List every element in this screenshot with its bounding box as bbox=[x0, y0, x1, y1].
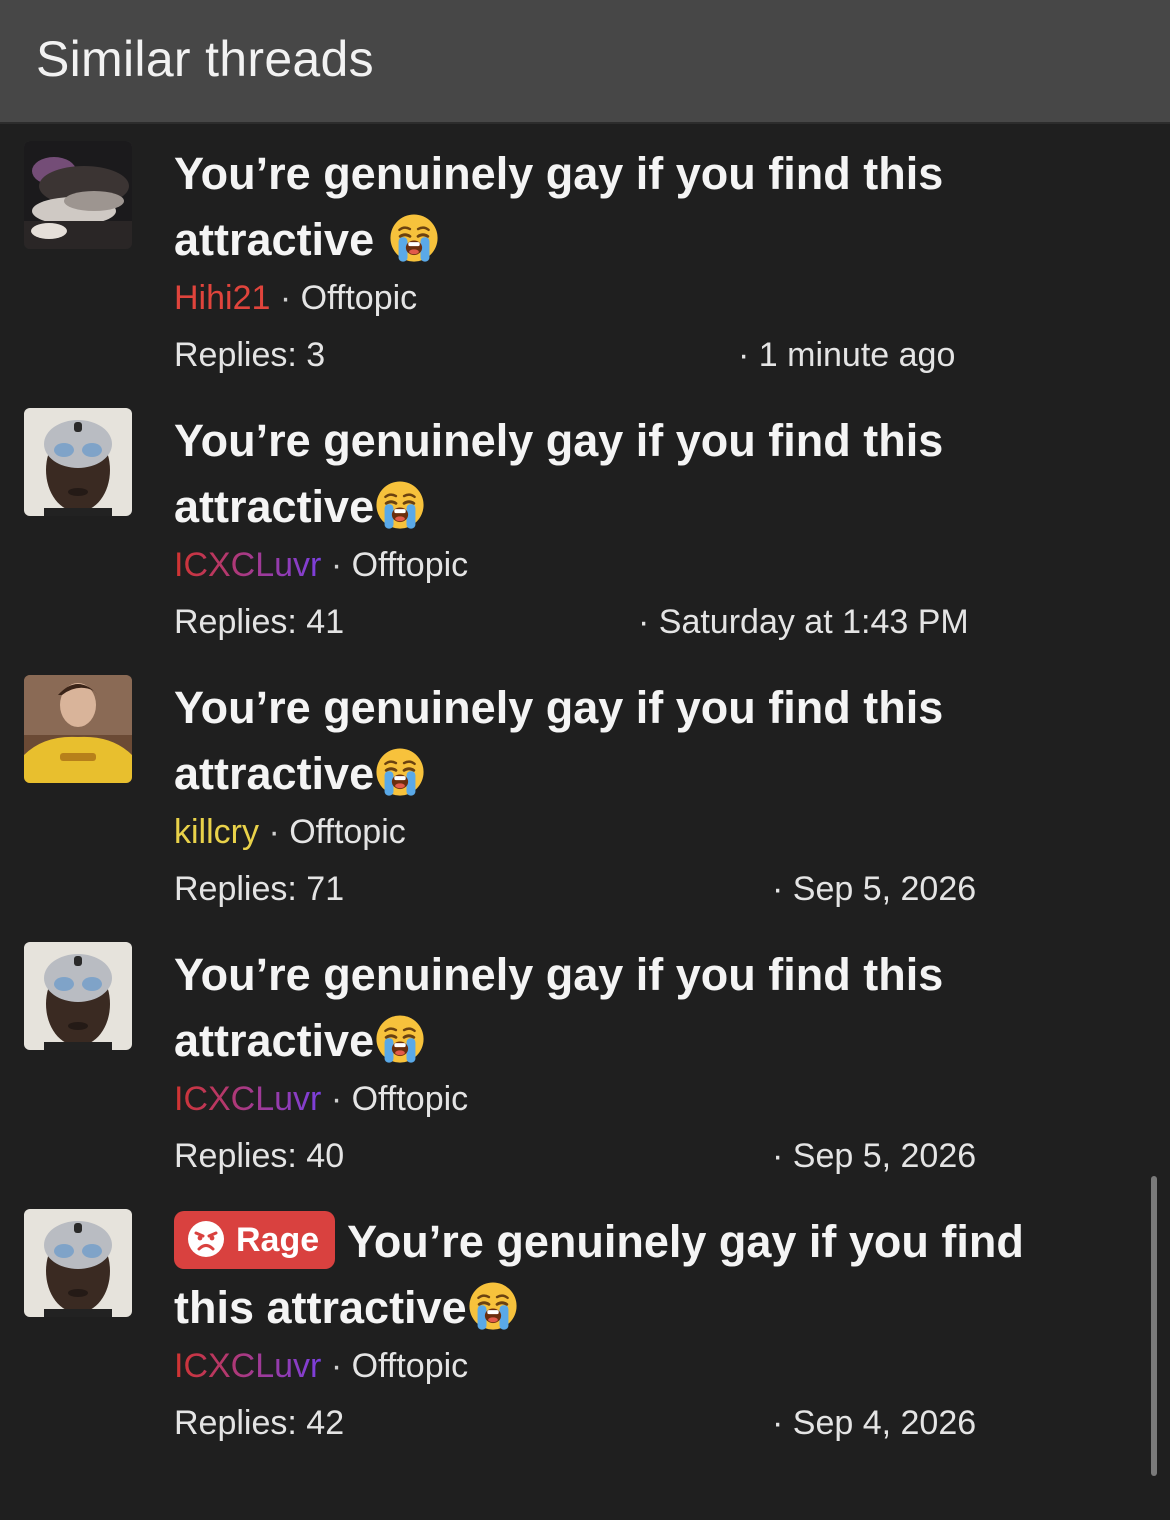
thread-title-text: You’re genuinely gay if you find bbox=[347, 1216, 1024, 1267]
thread-title-line: attractive bbox=[174, 741, 1134, 807]
separator: · bbox=[268, 813, 280, 851]
thread-meta: killcry · Offtopic bbox=[174, 813, 406, 852]
thread-title[interactable]: You’re genuinely gay if you find this at… bbox=[174, 942, 1134, 1074]
thread-meta: ICXCLuvr · Offtopic bbox=[174, 546, 468, 585]
loudly-crying-face-icon bbox=[374, 479, 426, 531]
thread-title[interactable]: You’re genuinely gay if you find this at… bbox=[174, 408, 1134, 540]
thread-title-line: attractive bbox=[174, 474, 1134, 540]
angry-face-icon bbox=[186, 1219, 226, 1259]
loudly-crying-face-icon bbox=[374, 746, 426, 798]
thread-meta: ICXCLuvr · Offtopic bbox=[174, 1080, 468, 1119]
separator: · bbox=[330, 1080, 343, 1118]
thread-title-line: You’re genuinely gay if you find this bbox=[174, 949, 944, 1000]
thread-title-text: attractive bbox=[174, 214, 375, 265]
thread-title-line: You’re genuinely gay if you find this bbox=[174, 148, 944, 199]
prefix-badge[interactable]: Rage bbox=[174, 1211, 336, 1269]
last-post-time[interactable]: · 1 minute ago bbox=[738, 336, 955, 375]
thread-title-text: attractive bbox=[174, 481, 375, 532]
thread-item[interactable]: Rage You’re genuinely gay if you find thi… bbox=[0, 1209, 1170, 1476]
username-link[interactable]: ICXCLuvr bbox=[174, 546, 321, 584]
section-header: Similar threads bbox=[0, 0, 1170, 124]
avatar[interactable] bbox=[24, 141, 132, 249]
reply-count: Replies: 3 bbox=[174, 336, 326, 374]
thread-meta: Hihi21 · Offtopic bbox=[174, 279, 417, 318]
username-link[interactable]: killcry bbox=[174, 813, 259, 851]
thread-meta: ICXCLuvr · Offtopic bbox=[174, 1347, 468, 1386]
avatar[interactable] bbox=[24, 675, 132, 783]
loudly-crying-face-icon bbox=[374, 1013, 426, 1065]
last-post-time[interactable]: · Saturday at 1:43 PM bbox=[638, 603, 969, 642]
username-link[interactable]: ICXCLuvr bbox=[174, 1080, 321, 1118]
reply-count: Replies: 71 bbox=[174, 870, 345, 908]
avatar[interactable] bbox=[24, 942, 132, 1050]
forum-link[interactable]: Offtopic bbox=[289, 813, 406, 851]
thread-title[interactable]: Rage You’re genuinely gay if you find thi… bbox=[174, 1209, 1134, 1341]
thread-title-line: attractive bbox=[174, 207, 1134, 273]
thread-item[interactable]: You’re genuinely gay if you find this at… bbox=[0, 141, 1170, 408]
username-link[interactable]: ICXCLuvr bbox=[174, 1347, 321, 1385]
avatar[interactable] bbox=[24, 1209, 132, 1317]
thread-title-line: You’re genuinely gay if you find this bbox=[174, 415, 944, 466]
thread-title-text: attractive bbox=[174, 1015, 375, 1066]
thread-title[interactable]: You’re genuinely gay if you find this at… bbox=[174, 141, 1134, 273]
thread-title[interactable]: You’re genuinely gay if you find this at… bbox=[174, 675, 1134, 807]
loudly-crying-face-icon bbox=[388, 212, 440, 264]
thread-title-text: this attractive bbox=[174, 1282, 467, 1333]
avatar[interactable] bbox=[24, 408, 132, 516]
thread-item[interactable]: You’re genuinely gay if you find this at… bbox=[0, 408, 1170, 675]
last-post-time[interactable]: · Sep 5, 2026 bbox=[772, 1137, 976, 1176]
scrollbar[interactable] bbox=[1151, 1176, 1157, 1476]
prefix-badge-label: Rage bbox=[236, 1221, 320, 1259]
forum-link[interactable]: Offtopic bbox=[301, 279, 418, 317]
reply-count: Replies: 40 bbox=[174, 1137, 345, 1175]
section-title: Similar threads bbox=[36, 31, 374, 87]
reply-count: Replies: 42 bbox=[174, 1404, 345, 1442]
thread-title-line: You’re genuinely gay if you find this bbox=[174, 682, 944, 733]
loudly-crying-face-icon bbox=[467, 1280, 519, 1332]
thread-title-line: Rage You’re genuinely gay if you find bbox=[174, 1209, 1134, 1275]
username-link[interactable]: Hihi21 bbox=[174, 279, 270, 317]
forum-link[interactable]: Offtopic bbox=[352, 546, 469, 584]
forum-link[interactable]: Offtopic bbox=[352, 1347, 469, 1385]
thread-title-line: attractive bbox=[174, 1008, 1134, 1074]
last-post-time[interactable]: · Sep 4, 2026 bbox=[772, 1404, 976, 1443]
forum-link[interactable]: Offtopic bbox=[352, 1080, 469, 1118]
thread-item[interactable]: You’re genuinely gay if you find this at… bbox=[0, 942, 1170, 1209]
thread-item[interactable]: You’re genuinely gay if you find this at… bbox=[0, 675, 1170, 942]
last-post-time[interactable]: · Sep 5, 2026 bbox=[772, 870, 976, 909]
separator: · bbox=[330, 1347, 343, 1385]
reply-count: Replies: 41 bbox=[174, 603, 345, 641]
separator: · bbox=[330, 546, 343, 584]
separator: · bbox=[279, 279, 292, 317]
thread-title-line: this attractive bbox=[174, 1275, 1134, 1341]
thread-title-text: attractive bbox=[174, 748, 375, 799]
